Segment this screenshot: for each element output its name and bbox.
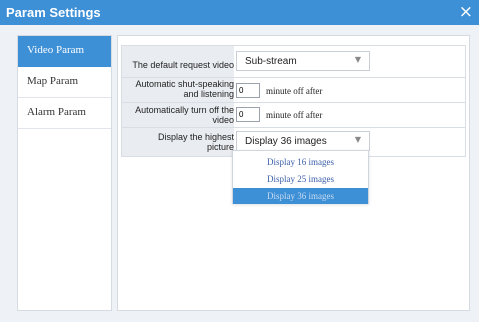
display-highest-value: Display 36 images xyxy=(245,136,327,147)
auto-turn-off-video-input[interactable] xyxy=(236,107,260,122)
display-highest-dropdown: Display 16 images Display 25 images Disp… xyxy=(232,150,369,204)
default-request-label: The default request video xyxy=(132,60,234,70)
chevron-down-icon: ▼ xyxy=(354,135,361,144)
auto-turn-off-video-label-line1: Automatically turn off the xyxy=(135,105,234,115)
window-title: Param Settings xyxy=(6,5,101,20)
sidebar-item-map-param[interactable]: Map Param xyxy=(18,67,111,98)
auto-turn-off-video-label-line2: video xyxy=(212,115,234,125)
sidebar-item-alarm-param[interactable]: Alarm Param xyxy=(18,98,111,129)
auto-shut-speaking-label-line1: Automatic shut-speaking xyxy=(135,79,234,89)
close-icon[interactable]: × xyxy=(459,2,473,22)
sidebar-item-video-param[interactable]: Video Param xyxy=(18,36,111,67)
auto-shut-speaking-suffix: minute off after xyxy=(266,86,323,96)
auto-shut-speaking-label-line2: and listening xyxy=(183,89,234,99)
settings-form: The default request video Sub-stream ▼ A… xyxy=(121,45,466,157)
display-highest-label-line1: Display the highest xyxy=(157,132,234,142)
default-request-value: Sub-stream xyxy=(245,56,297,67)
chevron-down-icon: ▼ xyxy=(354,55,361,64)
display-highest-label-line2: picture xyxy=(206,142,234,152)
title-bar: Param Settings × xyxy=(0,0,479,25)
dropdown-option-25[interactable]: Display 25 images xyxy=(233,171,368,187)
row-divider xyxy=(122,102,465,103)
sidebar: Video Param Map Param Alarm Param xyxy=(17,35,112,311)
dropdown-option-16[interactable]: Display 16 images xyxy=(233,154,368,170)
dropdown-option-36[interactable]: Display 36 images xyxy=(233,188,368,204)
auto-shut-speaking-input[interactable] xyxy=(236,83,260,98)
default-request-select[interactable]: Sub-stream ▼ xyxy=(236,51,370,71)
display-highest-select[interactable]: Display 36 images ▼ xyxy=(236,131,370,151)
row-divider xyxy=(122,77,465,78)
auto-turn-off-video-suffix: minute off after xyxy=(266,110,323,120)
row-divider xyxy=(122,127,465,128)
